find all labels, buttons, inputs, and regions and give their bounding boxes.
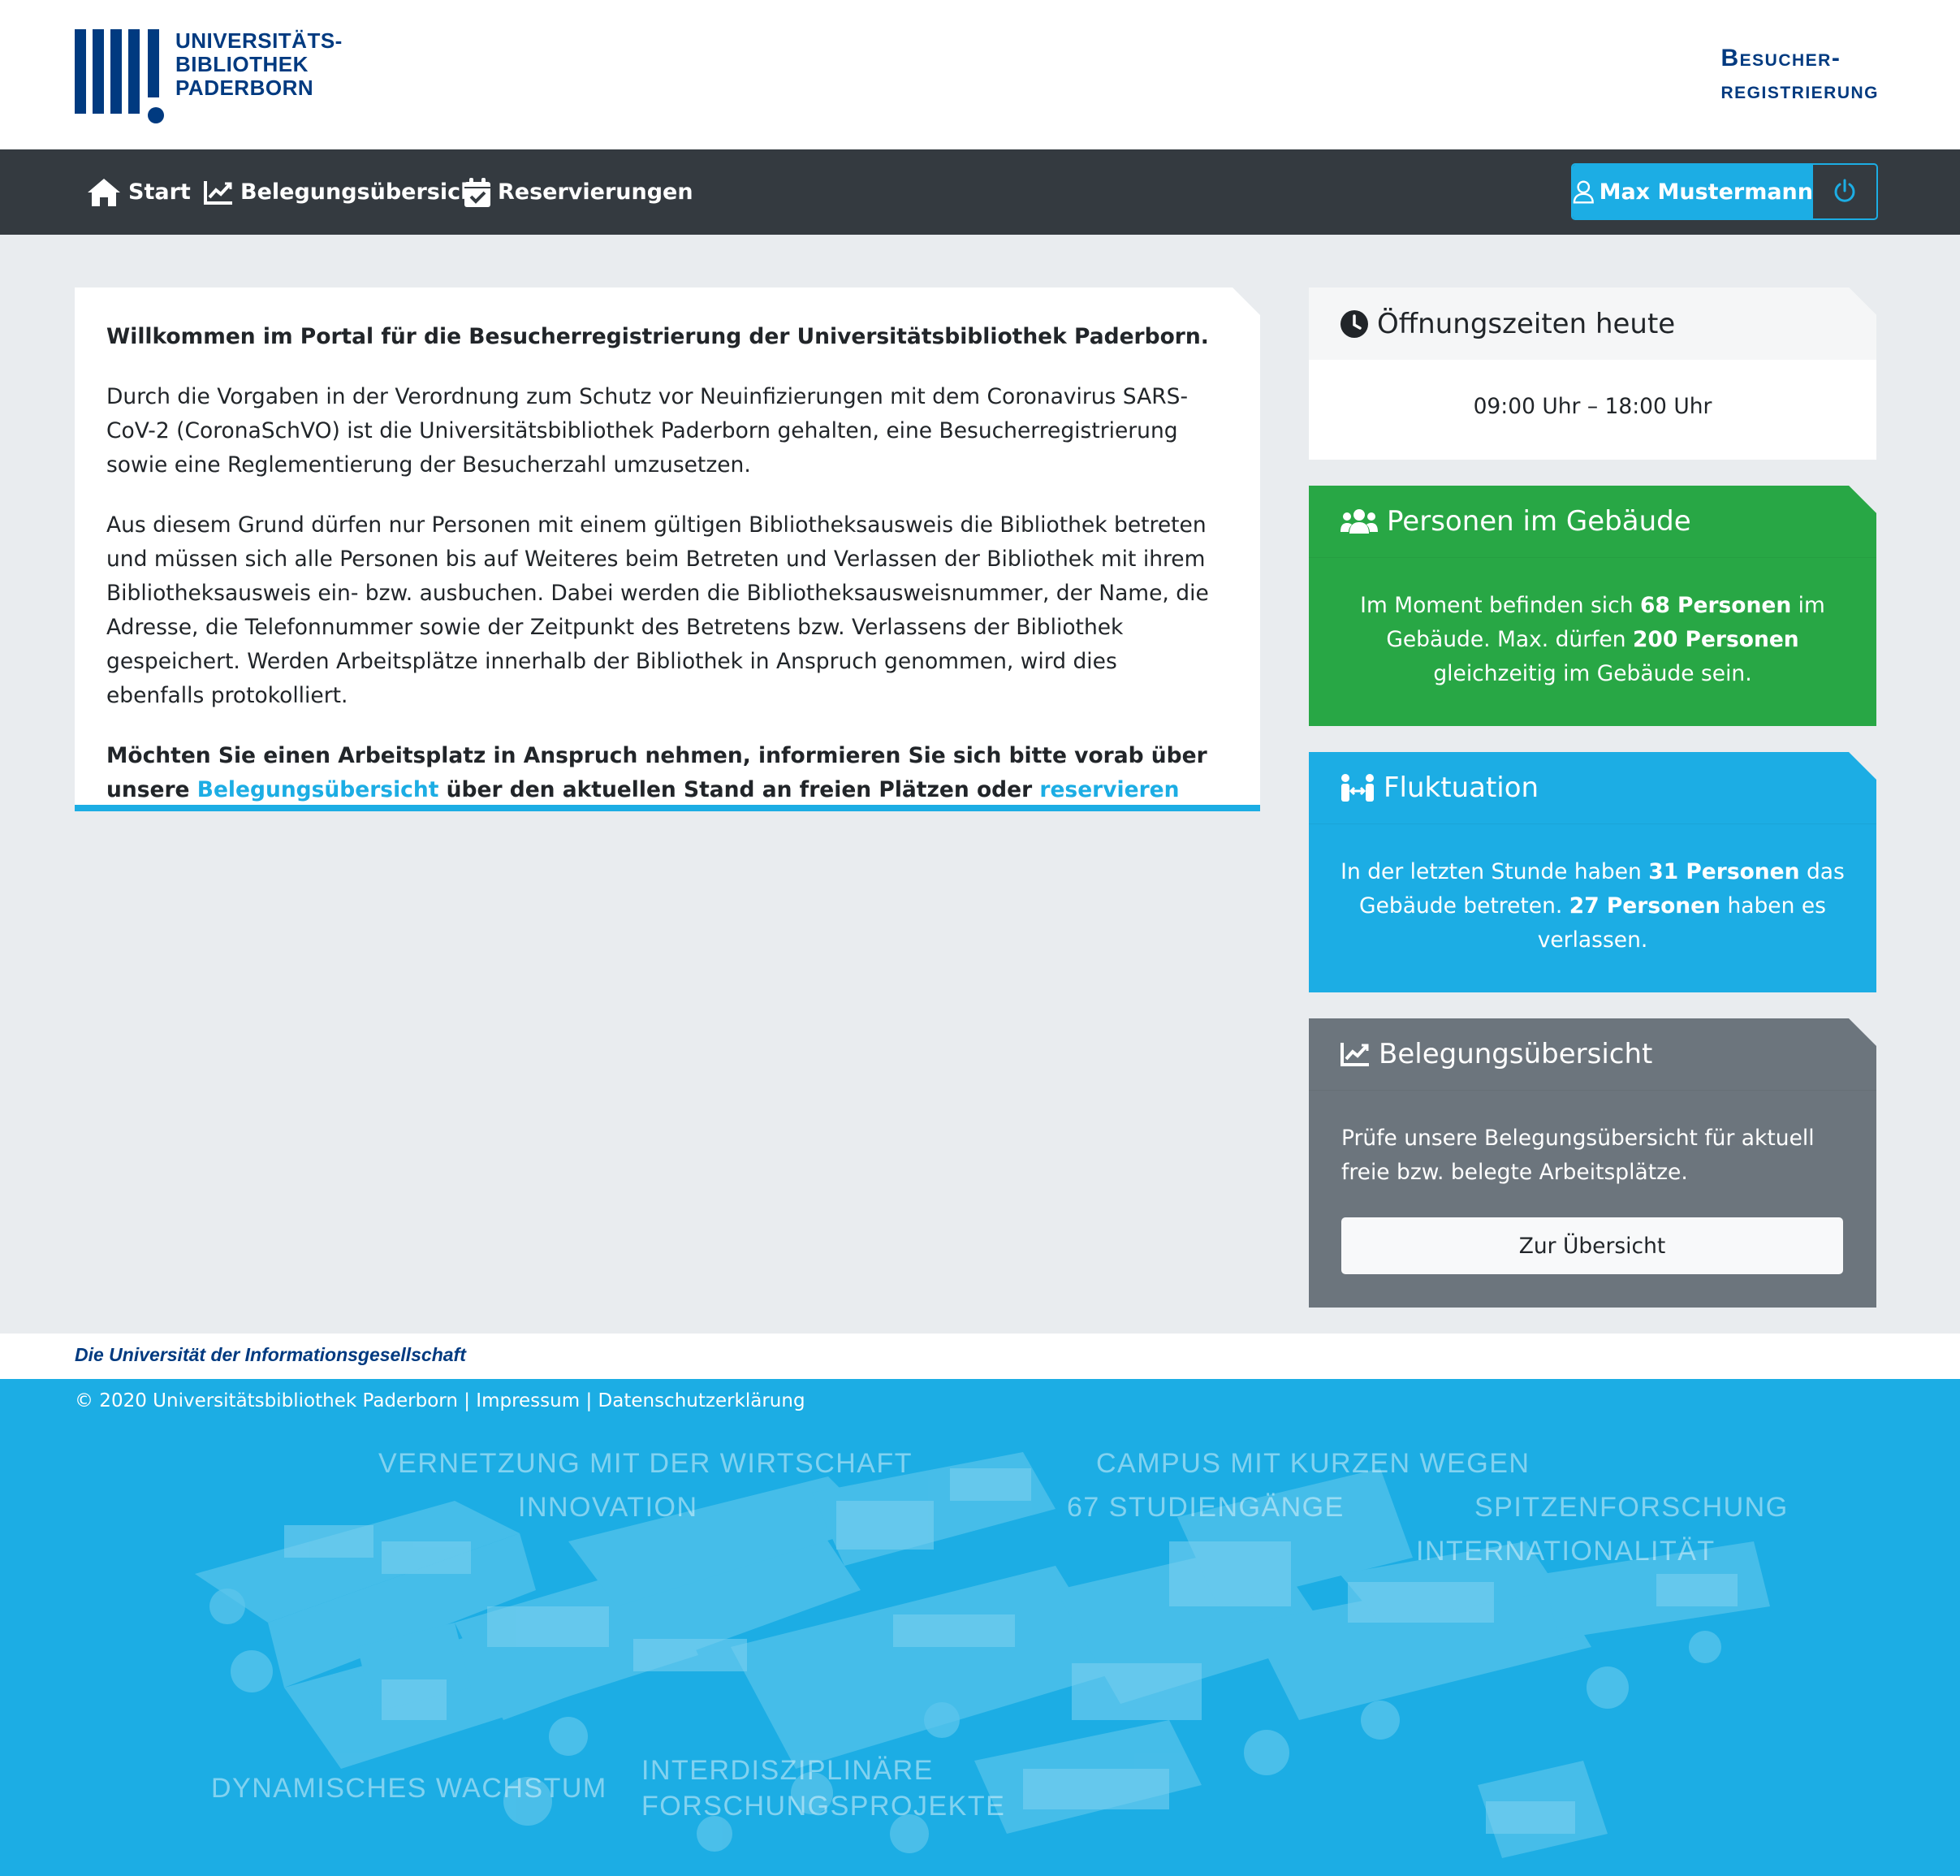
app-title-line-2: registrierung	[1720, 77, 1879, 104]
logout-button[interactable]	[1813, 165, 1876, 218]
chart-line-icon	[1340, 1041, 1371, 1067]
claim-campus: CAMPUS MIT KURZEN WEGEN	[1096, 1448, 1530, 1479]
user-button-group: Max Mustermann	[1571, 163, 1878, 220]
persons-text-3: gleichzeitig im Gebäude sein.	[1433, 661, 1752, 686]
welcome-card: Willkommen im Portal für die Besucherreg…	[75, 287, 1260, 811]
persons-header: Personen im Gebäude	[1309, 486, 1876, 558]
persons-in-building-card: Personen im Gebäude Im Moment befinden s…	[1309, 486, 1876, 726]
left-count: 27 Personen	[1569, 893, 1721, 919]
university-slogan: Die Universität der Informationsgesellsc…	[75, 1344, 466, 1365]
occupancy-link[interactable]: Belegungsübersicht	[197, 777, 439, 802]
occupancy-text: Prüfe unsere Belegungsübersicht für aktu…	[1341, 1126, 1815, 1185]
nav-reservations-label: Reservierungen	[498, 179, 693, 205]
workspace-paragraph: Möchten Sie einen Arbeitsplatz in Anspru…	[106, 739, 1215, 841]
fluctuation-text: In der letzten Stunde haben 31 Personen …	[1309, 824, 1876, 957]
opening-hours-title: Öffnungszeiten heute	[1377, 307, 1676, 340]
chart-line-icon	[204, 181, 232, 205]
claim-interdisciplinary: INTERDISZIPLINÄRE FORSCHUNGSPROJEKTE	[641, 1753, 1005, 1824]
logo-bars-icon	[75, 29, 164, 123]
occupancy-overview-card: Belegungsübersicht Prüfe unsere Belegung…	[1309, 1018, 1876, 1308]
opening-hours-header: Öffnungszeiten heute	[1309, 287, 1876, 360]
claim-study-programs: 67 STUDIENGÄNGE	[1067, 1492, 1345, 1523]
logo-line-2: BIBLIOTHEK	[175, 52, 309, 76]
fluctuation-card: Fluktuation In der letzten Stunde haben …	[1309, 752, 1876, 992]
policy-paragraph: Aus diesem Grund dürfen nur Personen mit…	[106, 512, 1209, 708]
user-name: Max Mustermann	[1599, 179, 1813, 205]
logo-line-1: UNIVERSITÄTS-	[175, 28, 343, 53]
slogan-strip: Die Universität der Informationsgesellsc…	[0, 1334, 1960, 1379]
workspace-text-2: über den aktuellen Stand an freien Plätz…	[438, 777, 1040, 802]
home-icon	[88, 179, 120, 206]
persons-title: Personen im Gebäude	[1387, 505, 1691, 538]
nav-start[interactable]: Start	[86, 175, 191, 210]
fluct-text-1: In der letzten Stunde haben	[1340, 859, 1649, 884]
occupancy-header: Belegungsübersicht	[1309, 1018, 1876, 1091]
nav-occupancy[interactable]: Belegungsübersicht	[203, 175, 486, 210]
impressum-link[interactable]: Impressum	[476, 1390, 580, 1411]
power-icon	[1834, 179, 1855, 202]
opening-hours-value: 09:00 Uhr – 18:00 Uhr	[1473, 394, 1712, 419]
claim-research: SPITZENFORSCHUNG	[1474, 1492, 1789, 1523]
copyright-text: © 2020 Universitätsbibliothek Paderborn	[75, 1390, 458, 1411]
entered-count: 31 Personen	[1648, 859, 1800, 884]
privacy-link[interactable]: Datenschutzerklärung	[598, 1390, 805, 1411]
occupancy-title: Belegungsübersicht	[1379, 1038, 1653, 1070]
max-persons-count: 200 Personen	[1632, 627, 1799, 652]
claim-network: VERNETZUNG MIT DER WIRTSCHAFT	[378, 1448, 913, 1479]
current-persons-count: 68 Personen	[1639, 593, 1792, 618]
site-header: UNIVERSITÄTS- BIBLIOTHEK PADERBORN Besuc…	[0, 0, 1960, 149]
footer-separator: |	[580, 1390, 598, 1411]
users-icon	[1340, 508, 1379, 535]
logo-line-3: PADERBORN	[175, 76, 314, 100]
clock-icon	[1340, 309, 1369, 339]
welcome-heading: Willkommen im Portal für die Besucherreg…	[106, 324, 1209, 349]
fluctuation-header: Fluktuation	[1309, 752, 1876, 824]
claim-interdisciplinary-line-2: FORSCHUNGSPROJEKTE	[641, 1791, 1006, 1822]
workspace-text-3: vorab einen Platz.	[199, 811, 427, 836]
intro-paragraph: Durch die Vorgaben in der Verordnung zum…	[106, 384, 1189, 478]
opening-hours-card: Öffnungszeiten heute 09:00 Uhr – 18:00 U…	[1309, 287, 1876, 460]
app-title: Besucher- registrierung	[1720, 42, 1879, 107]
logo-wordmark: UNIVERSITÄTS- BIBLIOTHEK PADERBORN	[175, 29, 343, 100]
to-overview-button[interactable]: Zur Übersicht	[1341, 1217, 1843, 1274]
app-title-line-1: Besucher-	[1720, 45, 1841, 71]
claim-interdisciplinary-line-1: INTERDISZIPLINÄRE	[641, 1755, 934, 1786]
claim-international: INTERNATIONALITÄT	[1416, 1536, 1716, 1567]
site-footer: © 2020 Universitätsbibliothek Paderborn …	[0, 1379, 1960, 1876]
main-navbar: Start Belegungsübersicht Reservierungen …	[0, 149, 1960, 235]
calendar-check-icon	[464, 178, 490, 207]
fluctuation-title: Fluktuation	[1384, 772, 1539, 804]
nav-start-label: Start	[128, 179, 191, 205]
nav-reservations[interactable]: Reservierungen	[464, 175, 693, 210]
persons-text-1: Im Moment befinden sich	[1360, 593, 1640, 618]
nav-occupancy-label: Belegungsübersicht	[240, 179, 487, 205]
footer-links: © 2020 Universitätsbibliothek Paderborn …	[75, 1389, 805, 1413]
persons-text: Im Moment befinden sich 68 Personen im G…	[1309, 558, 1876, 691]
university-library-logo[interactable]: UNIVERSITÄTS- BIBLIOTHEK PADERBORN	[75, 29, 351, 123]
user-menu-button[interactable]: Max Mustermann	[1573, 165, 1813, 218]
claim-innovation: INNOVATION	[518, 1492, 698, 1523]
claim-growth: DYNAMISCHES WACHSTUM	[211, 1773, 607, 1804]
footer-separator: |	[457, 1390, 477, 1411]
people-arrows-icon	[1340, 773, 1375, 802]
user-icon	[1573, 180, 1594, 204]
